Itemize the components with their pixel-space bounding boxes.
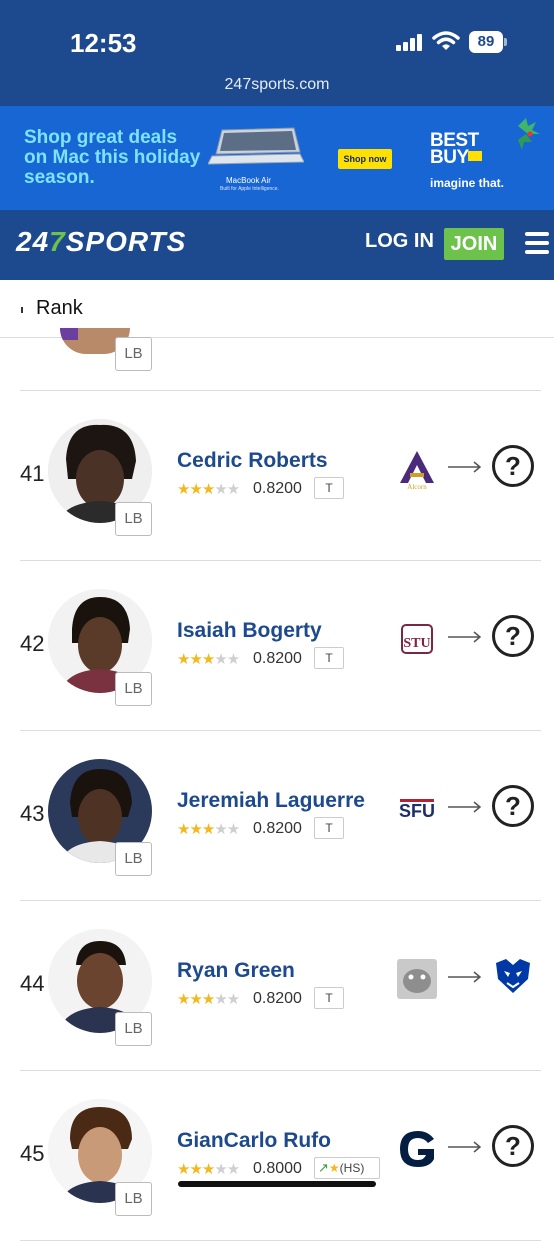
url-bar[interactable]: 247sports.com — [0, 76, 554, 94]
arrow-right-icon — [448, 971, 482, 983]
star-rating: ★★★★★ — [177, 821, 240, 838]
position-badge: LB — [115, 337, 152, 371]
position-badge: LB — [115, 1182, 152, 1216]
question-mark-icon[interactable]: ? — [492, 615, 534, 657]
star-rating: ★★★★★ — [177, 481, 240, 498]
ad-banner[interactable]: Shop great deals on Mac this holiday sea… — [0, 106, 554, 210]
table-row[interactable]: LB — [20, 328, 541, 391]
bulldog-logo[interactable] — [396, 957, 438, 1001]
question-mark-icon[interactable]: ? — [492, 445, 534, 487]
ad-product-sub: Built for Apple Intelligence. — [220, 186, 279, 192]
rank-column-header[interactable]: Rank — [36, 297, 83, 320]
shop-now-button[interactable]: Shop now — [338, 149, 392, 169]
login-button[interactable]: LOG IN — [365, 230, 434, 253]
arrow-right-icon — [448, 1141, 482, 1153]
sfu-logo[interactable]: SFU — [396, 787, 438, 831]
table-row[interactable]: 41 LB Cedric Roberts ★★★★★ 0.8200 T Alco… — [20, 391, 541, 561]
rank-number: 43 — [20, 801, 45, 826]
home-indicator[interactable] — [178, 1181, 376, 1187]
status-bar: 12:53 89 247sports.com — [0, 0, 554, 106]
hamburger-menu-icon[interactable] — [525, 232, 549, 254]
holly-icon — [518, 118, 540, 150]
player-name[interactable]: Ryan Green — [177, 959, 295, 983]
ad-headline: Shop great deals on Mac this holiday sea… — [24, 127, 201, 188]
ad-product: MacBook Air — [226, 176, 271, 185]
position-badge: LB — [115, 502, 152, 536]
rank-number: 45 — [20, 1141, 45, 1166]
arrow-right-icon — [448, 461, 482, 473]
player-rating: 0.8200 — [253, 990, 302, 1007]
transfer-badge: T — [314, 817, 344, 839]
transfer-badge: T — [314, 477, 344, 499]
svg-text:Alcorn: Alcorn — [407, 483, 427, 491]
trending-up-icon: ↗ — [318, 1160, 329, 1175]
svg-text:SFU: SFU — [399, 801, 435, 821]
player-rating: 0.8200 — [253, 480, 302, 497]
arrow-right-icon — [448, 801, 482, 813]
battery-level: 89 — [469, 31, 503, 53]
star-rating: ★★★★★ — [177, 1161, 240, 1178]
question-mark-icon[interactable]: ? — [492, 785, 534, 827]
position-badge: LB — [115, 1012, 152, 1046]
bestbuy-tag-icon — [468, 151, 482, 161]
star-rating: ★★★★★ — [177, 651, 240, 668]
position-badge: LB — [115, 842, 152, 876]
georgetown-logo[interactable] — [396, 1127, 438, 1171]
wifi-icon — [432, 31, 460, 50]
join-button[interactable]: JOIN — [444, 228, 504, 260]
battery-icon: 89 — [469, 31, 507, 53]
player-name[interactable]: Isaiah Bogerty — [177, 619, 322, 643]
rank-number: 41 — [20, 461, 45, 486]
transfer-badge: T — [314, 987, 344, 1009]
georgia-state-panther-logo[interactable] — [492, 955, 534, 997]
texas-southern-logo[interactable]: STU — [396, 617, 438, 661]
table-row[interactable]: 43 LB Jeremiah Laguerre ★★★★★ 0.8200 T S… — [20, 731, 541, 901]
table-row[interactable]: 44 LB Ryan Green ★★★★★ 0.8200 T — [20, 901, 541, 1071]
rank-number: 44 — [20, 971, 45, 996]
player-rating: 0.8200 — [253, 820, 302, 837]
table-row[interactable]: 45 LB GianCarlo Rufo ★★★★★ 0.8000 ↗★(HS)… — [20, 1071, 541, 1241]
arrow-right-icon — [448, 631, 482, 643]
rank-number: 42 — [20, 631, 45, 656]
status-time: 12:53 — [70, 28, 137, 58]
question-mark-icon[interactable]: ? — [492, 1125, 534, 1167]
table-row[interactable]: 42 LB Isaiah Bogerty ★★★★★ 0.8200 T STU … — [20, 561, 541, 731]
player-name[interactable]: Cedric Roberts — [177, 449, 328, 473]
player-name[interactable]: Jeremiah Laguerre — [177, 789, 365, 813]
svg-text:STU: STU — [403, 636, 430, 651]
player-rating: 0.8200 — [253, 650, 302, 667]
star-rating: ★★★★★ — [177, 991, 240, 1008]
trend-badge: ↗★(HS) — [314, 1157, 380, 1179]
alcorn-logo[interactable]: Alcorn — [396, 447, 438, 491]
site-header: 247SPORTS LOG IN JOIN — [0, 210, 554, 280]
ad-tagline: imagine that. — [430, 176, 505, 190]
transfer-badge: T — [314, 647, 344, 669]
player-rating: 0.8000 — [253, 1160, 302, 1177]
site-logo[interactable]: 247SPORTS — [16, 226, 186, 258]
player-name[interactable]: GianCarlo Rufo — [177, 1129, 331, 1153]
signal-icon — [396, 33, 426, 51]
star-icon: ★ — [328, 1161, 340, 1175]
position-badge: LB — [115, 672, 152, 706]
